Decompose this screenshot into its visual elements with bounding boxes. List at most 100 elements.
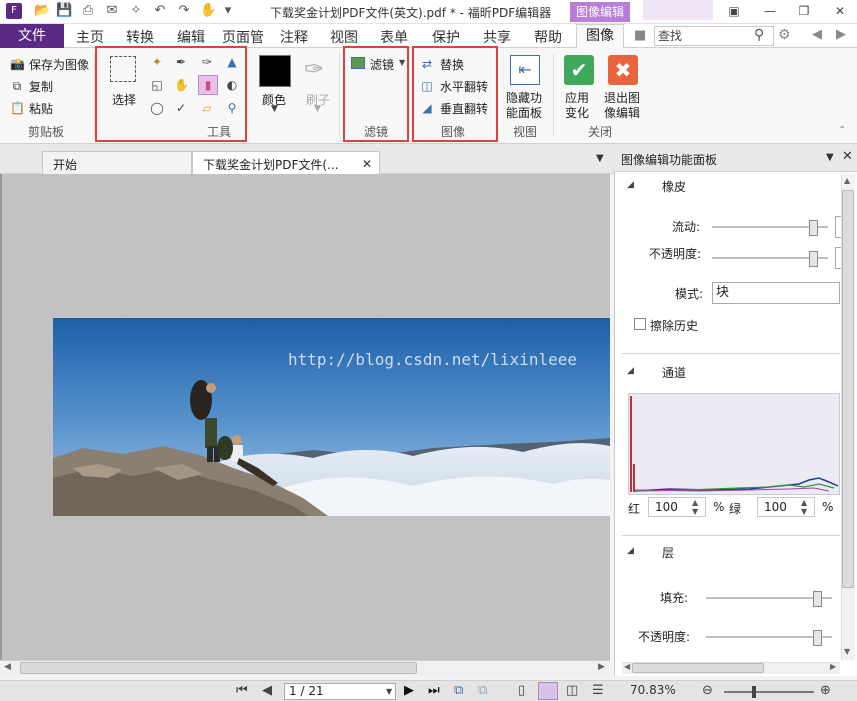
- zoom-level[interactable]: 70.83%: [630, 683, 676, 697]
- collapse-eraser-icon[interactable]: ◢: [627, 180, 634, 190]
- quick-access-dropdown-icon[interactable]: ▾: [222, 3, 234, 19]
- color-swatch[interactable]: [259, 55, 291, 87]
- next-view-icon[interactable]: ⧉: [478, 682, 487, 700]
- hand-tool-icon[interactable]: ✋: [200, 3, 216, 19]
- zoom-out-icon[interactable]: ⊖: [702, 682, 713, 700]
- collapse-channels-icon[interactable]: ◢: [627, 366, 634, 376]
- collapse-ribbon-icon[interactable]: ⌃: [838, 125, 846, 136]
- collapse-layers-icon[interactable]: ◢: [627, 546, 634, 556]
- tab-form[interactable]: 表单: [380, 27, 408, 47]
- panel-scroll-up-icon[interactable]: ▲: [844, 176, 850, 185]
- pin-icon[interactable]: ■: [634, 28, 646, 43]
- search-icon[interactable]: ⚲: [754, 27, 764, 43]
- tab-view[interactable]: 视图: [330, 27, 358, 47]
- undo-icon[interactable]: ↶: [152, 3, 168, 19]
- continuous-view-icon[interactable]: [538, 682, 558, 700]
- save-icon[interactable]: 💾: [56, 3, 72, 19]
- exit-image-edit-button[interactable]: 退出图像编辑: [604, 91, 646, 121]
- lasso-icon[interactable]: ◯: [150, 101, 164, 115]
- hide-panel-button[interactable]: 隐藏功能面板: [506, 91, 546, 121]
- select-tool-button[interactable]: 选择: [112, 91, 136, 108]
- zoom-icon[interactable]: ⚲: [225, 101, 239, 115]
- settings-gear-icon[interactable]: ⚙: [778, 27, 791, 43]
- filter-dropdown-icon[interactable]: ▼: [399, 58, 405, 67]
- flip-vertical-button[interactable]: 垂直翻转: [440, 100, 488, 117]
- context-tab-image-edit[interactable]: 图像编辑: [570, 2, 630, 22]
- fill-slider[interactable]: [706, 591, 832, 605]
- tab-document[interactable]: 下载奖金计划PDF文件(...: [192, 151, 380, 175]
- tab-share[interactable]: 共享: [483, 27, 511, 47]
- green-stepper-icon[interactable]: ▲▼: [801, 498, 807, 516]
- red-stepper-icon[interactable]: ▲▼: [692, 498, 698, 516]
- paste-button[interactable]: 粘贴: [29, 100, 53, 117]
- minimize-icon[interactable]: —: [760, 2, 780, 20]
- panel-vertical-scroll-thumb[interactable]: [842, 190, 854, 588]
- panel-scroll-left-icon[interactable]: ◀: [624, 662, 630, 671]
- tab-comment[interactable]: 注释: [280, 27, 308, 47]
- brush-dropdown-icon[interactable]: ▼: [314, 104, 321, 114]
- tab-edit[interactable]: 编辑: [177, 27, 205, 47]
- eraser-opacity-slider[interactable]: [712, 251, 828, 265]
- tab-protect[interactable]: 保护: [432, 27, 460, 47]
- previous-page-icon[interactable]: ◀: [262, 682, 272, 700]
- filter-button[interactable]: 滤镜: [370, 56, 394, 73]
- nav-forward-icon[interactable]: ▶: [836, 27, 846, 42]
- zoom-in-icon[interactable]: ⊕: [820, 682, 831, 700]
- previous-view-icon[interactable]: ⧉: [454, 682, 463, 700]
- open-folder-icon[interactable]: 📂: [34, 3, 50, 19]
- panel-scroll-down-icon[interactable]: ▼: [844, 647, 850, 656]
- file-menu-tab[interactable]: 文件: [0, 24, 64, 48]
- magic-wand-icon[interactable]: ✦: [150, 55, 164, 69]
- zoom-slider-track[interactable]: [724, 691, 814, 693]
- panel-menu-icon[interactable]: ▼: [826, 152, 834, 163]
- tab-home[interactable]: 主页: [76, 27, 104, 47]
- mode-select[interactable]: 块: [712, 282, 840, 304]
- page-dropdown-icon[interactable]: ▼: [386, 687, 392, 696]
- tab-convert[interactable]: 转换: [126, 27, 154, 47]
- new-file-icon[interactable]: ✧: [128, 3, 144, 19]
- tab-start[interactable]: 开始: [42, 151, 192, 175]
- save-as-image-button[interactable]: 保存为图像: [29, 56, 89, 73]
- zoom-slider-thumb[interactable]: [752, 686, 756, 698]
- close-tab-icon[interactable]: ✕: [362, 157, 372, 171]
- continuous-facing-view-icon[interactable]: ☰: [592, 682, 604, 700]
- color-dropdown-icon[interactable]: ▼: [271, 104, 278, 114]
- scroll-right-icon[interactable]: ▶: [598, 662, 605, 672]
- apply-changes-button[interactable]: 应用变化: [565, 91, 593, 121]
- pen-icon[interactable]: ✓: [174, 101, 188, 115]
- flip-horizontal-button[interactable]: 水平翻转: [440, 78, 488, 95]
- facing-view-icon[interactable]: ◫: [566, 682, 578, 700]
- panel-scroll-right-icon[interactable]: ▶: [830, 662, 836, 671]
- tab-page-manage[interactable]: 页面管: [222, 27, 264, 47]
- nav-back-icon[interactable]: ◀: [812, 27, 822, 42]
- horizontal-scroll-thumb[interactable]: [20, 662, 417, 674]
- scroll-left-icon[interactable]: ◀: [4, 662, 11, 672]
- close-icon[interactable]: ✕: [830, 2, 850, 20]
- print-icon[interactable]: ⎙: [80, 3, 96, 19]
- restore-icon[interactable]: ❐: [794, 2, 814, 20]
- eyedropper-icon[interactable]: ✒: [174, 55, 188, 69]
- stamp-icon[interactable]: ▲: [225, 55, 239, 69]
- hand-icon[interactable]: ✋: [174, 78, 188, 92]
- dodge-icon[interactable]: ◐: [225, 78, 239, 92]
- last-page-icon[interactable]: ⏭: [428, 682, 440, 700]
- tab-help[interactable]: 帮助: [534, 27, 562, 47]
- panel-close-icon[interactable]: ✕: [842, 149, 853, 164]
- brush-icon[interactable]: ✑: [200, 55, 214, 69]
- next-page-icon[interactable]: ▶: [404, 682, 414, 700]
- single-page-view-icon[interactable]: ▯: [518, 682, 525, 700]
- eraser-icon[interactable]: ▮: [198, 75, 218, 95]
- copy-button[interactable]: 复制: [29, 78, 53, 95]
- lasso-polygon-icon[interactable]: ◱: [150, 78, 164, 92]
- first-page-icon[interactable]: ⏮: [236, 682, 248, 700]
- redo-icon[interactable]: ↷: [176, 3, 192, 19]
- tab-list-dropdown-icon[interactable]: ▼: [596, 153, 604, 164]
- bandage-icon[interactable]: ▱: [200, 101, 214, 115]
- email-icon[interactable]: ✉: [104, 3, 120, 19]
- tab-image[interactable]: 图像: [576, 24, 624, 49]
- replace-button[interactable]: 替换: [440, 56, 464, 73]
- layer-opacity-slider[interactable]: [706, 630, 832, 644]
- ribbon-options-icon[interactable]: ▣: [724, 2, 744, 20]
- erase-history-checkbox[interactable]: [634, 318, 646, 330]
- panel-horizontal-scroll-thumb[interactable]: [632, 663, 764, 673]
